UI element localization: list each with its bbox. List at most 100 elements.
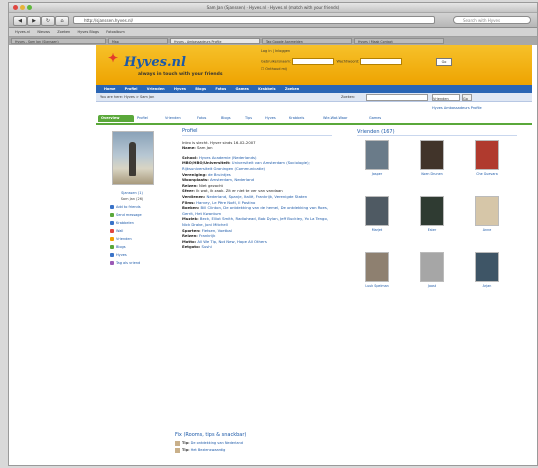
sidebar-link[interactable]: Vrienden bbox=[110, 237, 160, 241]
left-sidebar: Sjanssen (1) Sam Jan (26) Add to friends… bbox=[104, 131, 160, 265]
site-search-select[interactable]: Vrienden bbox=[432, 94, 460, 101]
friend-name[interactable]: Jasper bbox=[357, 172, 397, 176]
tab-fotos[interactable]: Fotos bbox=[194, 115, 209, 122]
tab-krabbels[interactable]: Krabbels bbox=[286, 115, 307, 122]
sidebar-link[interactable]: Send message bbox=[110, 213, 160, 217]
forward-button[interactable]: ▶ bbox=[27, 16, 41, 26]
tab-wie-wat-waar[interactable]: Wie-Wat-Waar bbox=[320, 115, 350, 122]
member-link[interactable]: Hyves Ambassadeurs Profile bbox=[432, 106, 482, 110]
friend-tile[interactable]: Joost bbox=[412, 252, 452, 288]
tab-4[interactable]: Tag Google Aanmelden bbox=[262, 38, 352, 44]
tab-vrienden[interactable]: Vrienden bbox=[162, 115, 184, 122]
sidebar-link[interactable]: Wall bbox=[110, 229, 160, 233]
site-search-input[interactable] bbox=[366, 94, 428, 101]
friends-panel: Vrienden (167) Jasper Koen Drunen Che Gu… bbox=[357, 129, 517, 310]
friend-photo[interactable] bbox=[420, 252, 444, 282]
friend-photo[interactable] bbox=[475, 196, 499, 226]
breadcrumb: You are here: Hyves > Sam Jan Zoeken: Vr… bbox=[96, 93, 532, 102]
nav-item[interactable]: Profiel bbox=[125, 85, 138, 93]
site-header: ✦ Hyves.nl always in touch with your fri… bbox=[96, 45, 532, 85]
friend-name[interactable]: Joost bbox=[412, 284, 452, 288]
nav-item[interactable]: Home bbox=[104, 85, 115, 93]
remember-checkbox[interactable]: ☐ bbox=[261, 67, 264, 71]
nav-item[interactable]: Zoeken bbox=[285, 85, 299, 93]
tab-blogs[interactable]: Blogs bbox=[218, 115, 234, 122]
tab-3[interactable]: Hyves - Ambassadeurs Profile bbox=[170, 38, 260, 44]
profile-column: Profiel Intro is slecht. Hyver sinds 16-… bbox=[182, 128, 332, 250]
friend-name[interactable]: Che Guevara bbox=[467, 172, 507, 176]
sidebar-link[interactable]: Tag als vriend bbox=[110, 261, 160, 265]
sidebar-link[interactable]: Hyves bbox=[110, 253, 160, 257]
tab-overview[interactable]: Overview bbox=[98, 115, 134, 122]
nav-item[interactable]: Games bbox=[235, 85, 248, 93]
friend-photo[interactable] bbox=[365, 196, 389, 226]
tab-hyves[interactable]: Hyves bbox=[262, 115, 279, 122]
friend-tile[interactable]: Luuk Spelman bbox=[357, 252, 397, 288]
tab-games[interactable]: Games bbox=[366, 115, 384, 122]
site-search-go-button[interactable]: Go bbox=[462, 94, 472, 101]
nav-item[interactable]: Fotos bbox=[215, 85, 226, 93]
friends-heading: Vrienden (167) bbox=[357, 129, 517, 136]
bookmarks-bar: Hyves.nl Nieuws Zoeken Hyves Blogs Fotoa… bbox=[9, 28, 537, 37]
friend-tile[interactable]: Koen Drunen bbox=[412, 140, 452, 176]
friend-tile[interactable]: Marjet bbox=[357, 196, 397, 232]
tab-5[interactable]: Hyves | Maak Contact bbox=[354, 38, 444, 44]
login-go-button[interactable]: Go bbox=[436, 58, 452, 66]
groups-section: Fix (Rooms, tips & snackbar) Tip: De ont… bbox=[175, 432, 335, 454]
remember-label: Onthoud mij bbox=[265, 67, 287, 71]
nav-item[interactable]: Blogs bbox=[195, 85, 206, 93]
friend-tile[interactable]: Anne bbox=[467, 196, 507, 232]
friend-name[interactable]: Koen Drunen bbox=[412, 172, 452, 176]
bookmark-item[interactable]: Hyves.nl bbox=[15, 28, 30, 36]
friend-photo[interactable] bbox=[420, 196, 444, 226]
friend-name[interactable]: Arjan bbox=[467, 284, 507, 288]
friend-name[interactable]: Luuk Spelman bbox=[357, 284, 397, 288]
reload-button[interactable]: ↻ bbox=[41, 16, 55, 26]
back-button[interactable]: ◀ bbox=[13, 16, 27, 26]
tab-tips[interactable]: Tips bbox=[242, 115, 255, 122]
friend-photo[interactable] bbox=[420, 140, 444, 170]
blog-icon bbox=[110, 245, 114, 249]
friend-tile[interactable]: Arjan bbox=[467, 252, 507, 288]
profile-row: Eetgoto: Sushi bbox=[182, 244, 212, 250]
friend-photo[interactable] bbox=[475, 252, 499, 282]
profile-row: Muziek: Beck, Elliot Smith, Radiohead, B… bbox=[182, 216, 328, 227]
friend-name[interactable]: Anne bbox=[467, 228, 507, 232]
friend-photo[interactable] bbox=[365, 252, 389, 282]
message-icon bbox=[110, 213, 114, 217]
friend-photo[interactable] bbox=[365, 140, 389, 170]
tab-profiel[interactable]: Profiel bbox=[134, 115, 151, 122]
sidebar-link[interactable]: Add to friends bbox=[110, 205, 160, 209]
nav-item[interactable]: Vrienden bbox=[147, 85, 165, 93]
bookmark-item[interactable]: Zoeken bbox=[57, 28, 70, 36]
bookmark-item[interactable]: Nieuws bbox=[37, 28, 50, 36]
search-field[interactable]: Search with Hyves bbox=[453, 16, 531, 24]
nav-item[interactable]: Hyves bbox=[174, 85, 186, 93]
sidebar-link[interactable]: Blogs bbox=[110, 245, 160, 249]
tab-2[interactable]: Map bbox=[108, 38, 168, 44]
remember-row: ☐ Onthoud mij bbox=[261, 67, 287, 71]
address-bar[interactable]: http://sjanssen.hyves.nl/ bbox=[73, 16, 435, 24]
profile-photo[interactable] bbox=[112, 131, 154, 185]
friend-name[interactable]: Marjet bbox=[357, 228, 397, 232]
friend-name[interactable]: Ester bbox=[412, 228, 452, 232]
bookmark-item[interactable]: Fotoalbum bbox=[106, 28, 125, 36]
browser-toolbar: ◀ ▶ ↻ ⌂ http://sjanssen.hyves.nl/ Search… bbox=[9, 13, 537, 28]
site-logo[interactable]: ✦ Hyves.nl bbox=[108, 51, 186, 70]
home-button[interactable]: ⌂ bbox=[55, 16, 69, 26]
username-input[interactable] bbox=[292, 58, 335, 65]
group-item[interactable]: Tip: De ontdekking van Nederland bbox=[175, 440, 335, 447]
password-input[interactable] bbox=[360, 58, 403, 65]
sidebar-link[interactable]: Krabbelen bbox=[110, 221, 160, 225]
tab-1[interactable]: Hyves - Sam Jan (Sjanssen) bbox=[11, 38, 106, 44]
bookmark-item[interactable]: Hyves Blogs bbox=[78, 28, 99, 36]
login-user-row: Gebruikersnaam: Wachtwoord: bbox=[261, 58, 403, 65]
friend-tile[interactable]: Jasper bbox=[357, 140, 397, 176]
friend-photo[interactable] bbox=[475, 140, 499, 170]
nav-item[interactable]: Krabbels bbox=[258, 85, 275, 93]
profile-username[interactable]: Sjanssen (1) bbox=[104, 191, 160, 195]
friend-tile[interactable]: Che Guevara bbox=[467, 140, 507, 176]
friends-grid: Jasper Koen Drunen Che Guevara Marjet Es… bbox=[357, 140, 517, 310]
friend-tile[interactable]: Ester bbox=[412, 196, 452, 232]
group-item[interactable]: Tip: Het Bezienswaardig bbox=[175, 447, 335, 454]
